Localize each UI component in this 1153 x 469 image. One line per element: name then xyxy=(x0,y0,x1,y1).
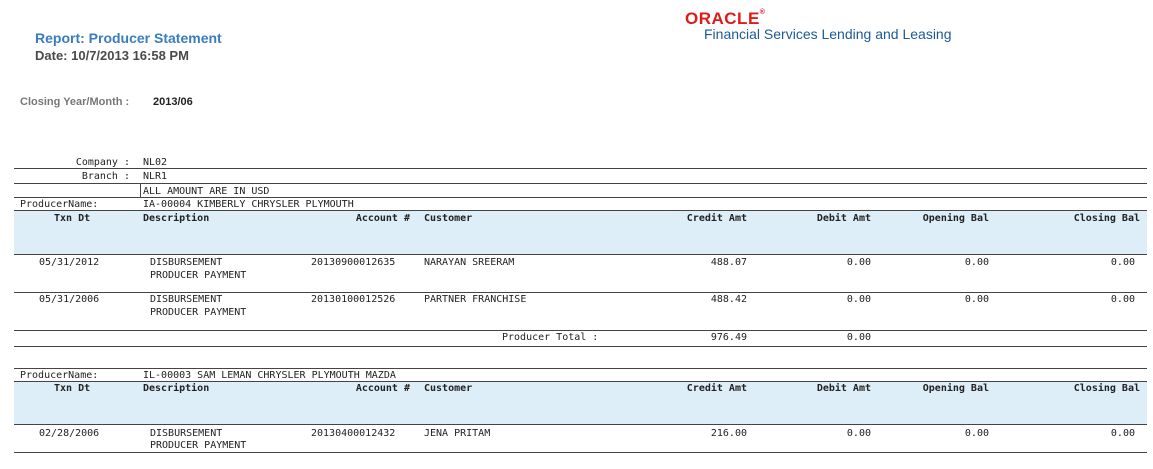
account-number: 20130100012526 xyxy=(311,294,396,305)
closing-year-month-label: Closing Year/Month : xyxy=(20,96,130,108)
opening-balance: 0.00 xyxy=(964,257,989,268)
producer-total-debit: 0.00 xyxy=(846,332,871,343)
debit-amount: 0.00 xyxy=(846,257,871,268)
description-line1: DISBURSEMENT xyxy=(150,294,223,305)
description-line2: PRODUCER PAYMENT xyxy=(150,440,247,451)
producer-name-value: IA-00004 KIMBERLY CHRYSLER PLYMOUTH xyxy=(143,199,354,210)
col-header-txn-dt: Txn Dt xyxy=(54,213,91,224)
branch-label: Branch : xyxy=(81,171,130,182)
col-header-customer: Customer xyxy=(424,213,473,224)
txn-date: 05/31/2006 xyxy=(39,294,100,305)
description-line2: PRODUCER PAYMENT xyxy=(150,307,247,318)
divider xyxy=(14,452,1147,453)
customer-name: NARAYAN SREERAM xyxy=(424,257,515,268)
credit-amount: 488.42 xyxy=(710,294,747,305)
company-label: Company : xyxy=(75,157,130,168)
closing-balance: 0.00 xyxy=(1110,428,1135,439)
customer-name: PARTNER FRANCHISE xyxy=(424,294,527,305)
producer-total-label: Producer Total : xyxy=(502,332,599,343)
description-line1: DISBURSEMENT xyxy=(150,428,223,439)
closing-year-month-value: 2013/06 xyxy=(153,96,193,108)
divider xyxy=(14,368,1147,369)
col-header-closing-bal: Closing Bal xyxy=(1073,213,1140,224)
col-header-account: Account # xyxy=(355,383,410,394)
cell-separator xyxy=(140,183,141,197)
col-header-opening-bal: Opening Bal xyxy=(922,213,989,224)
debit-amount: 0.00 xyxy=(846,428,871,439)
divider xyxy=(14,183,1147,184)
col-header-debit-amt: Debit Amt xyxy=(816,213,871,224)
description-line2: PRODUCER PAYMENT xyxy=(150,270,247,281)
col-header-opening-bal: Opening Bal xyxy=(922,383,989,394)
divider xyxy=(14,168,1147,169)
closing-balance: 0.00 xyxy=(1110,294,1135,305)
report-title: Report: Producer Statement xyxy=(35,30,222,46)
txn-date: 05/31/2012 xyxy=(39,257,100,268)
producer-name-value: IL-00003 SAM LEMAN CHRYSLER PLYMOUTH MAZ… xyxy=(143,370,396,381)
account-number: 20130400012432 xyxy=(311,428,396,439)
col-header-description: Description xyxy=(143,383,210,394)
divider xyxy=(14,254,1147,255)
col-header-closing-bal: Closing Bal xyxy=(1073,383,1140,394)
closing-balance: 0.00 xyxy=(1110,257,1135,268)
credit-amount: 488.07 xyxy=(710,257,747,268)
branch-value: NLR1 xyxy=(143,171,168,182)
divider xyxy=(14,197,1147,198)
col-header-credit-amt: Credit Amt xyxy=(686,213,747,224)
divider xyxy=(14,330,1147,331)
report-date: Date: 10/7/2013 16:58 PM xyxy=(35,48,189,63)
divider xyxy=(14,424,1147,425)
brand-subtitle: Financial Services Lending and Leasing xyxy=(704,26,952,42)
col-header-credit-amt: Credit Amt xyxy=(686,383,747,394)
txn-date: 02/28/2006 xyxy=(39,428,100,439)
col-header-txn-dt: Txn Dt xyxy=(54,383,91,394)
divider xyxy=(14,346,1147,347)
debit-amount: 0.00 xyxy=(846,294,871,305)
company-value: NL02 xyxy=(143,157,168,168)
producer-name-label: ProducerName: xyxy=(20,199,99,210)
description-line1: DISBURSEMENT xyxy=(150,257,223,268)
customer-name: JENA PRITAM xyxy=(424,428,491,439)
producer-total-credit: 976.49 xyxy=(710,332,747,343)
credit-amount: 216.00 xyxy=(710,428,747,439)
trademark-mark: ® xyxy=(759,9,766,16)
opening-balance: 0.00 xyxy=(964,428,989,439)
producer-name-label: ProducerName: xyxy=(20,370,99,381)
col-header-description: Description xyxy=(143,213,210,224)
opening-balance: 0.00 xyxy=(964,294,989,305)
divider xyxy=(14,292,1147,293)
account-number: 20130900012635 xyxy=(311,257,396,268)
col-header-account: Account # xyxy=(355,213,410,224)
col-header-debit-amt: Debit Amt xyxy=(816,383,871,394)
currency-note: ALL AMOUNT ARE IN USD xyxy=(143,186,270,197)
col-header-customer: Customer xyxy=(424,383,473,394)
